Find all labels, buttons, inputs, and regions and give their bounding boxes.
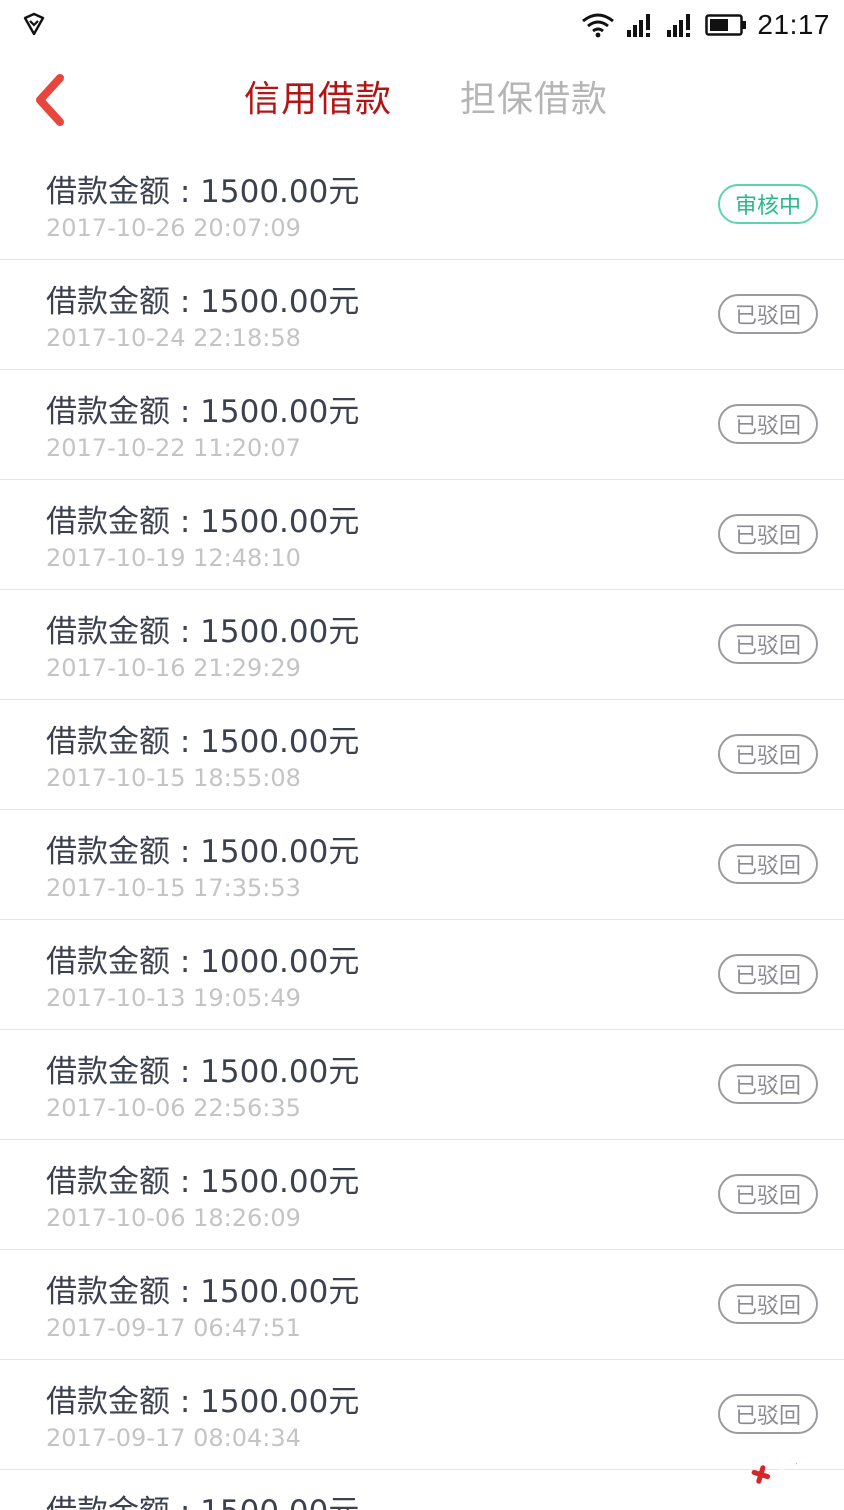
chevron-left-icon[interactable] — [28, 72, 76, 128]
loan-amount: 借款金额 : 1500.00元 — [46, 1164, 360, 1200]
status-badge: 已驳回 — [718, 1174, 818, 1214]
signal-icon — [667, 14, 691, 37]
loan-row[interactable]: 借款金额 : 1000.00元 2017-10-13 19:05:49 已驳回 — [0, 920, 844, 1030]
loan-row[interactable]: 借款金额 : 1500.00元 2017-10-06 18:26:09 已驳回 — [0, 1140, 844, 1250]
wifi-icon — [582, 13, 615, 38]
loan-list: 借款金额 : 1500.00元 2017-10-26 20:07:09 审核中 … — [0, 150, 844, 1510]
status-badge: 已驳回 — [718, 1064, 818, 1104]
status-icons: 21:17 — [581, 8, 830, 42]
loan-amount: 借款金额 : 1500.00元 — [46, 394, 360, 430]
loan-date: 2017-10-19 12:48:10 — [46, 544, 301, 572]
loan-amount: 借款金额 : 1500.00元 — [46, 174, 360, 210]
status-badge: 已驳回 — [718, 954, 818, 994]
status-badge: 已驳回 — [718, 624, 818, 664]
battery-icon — [705, 14, 747, 36]
loan-row[interactable]: 借款金额 : 1500.00元 2017-10-24 22:18:58 已驳回 — [0, 260, 844, 370]
loan-row[interactable]: 借款金额 : 1500.00元 2017-10-06 22:56:35 已驳回 — [0, 1030, 844, 1140]
tab-guarantee-loan[interactable]: 担保借款 — [460, 76, 608, 124]
loan-amount: 借款金额 : 1500.00元 — [46, 504, 360, 540]
loan-amount: 借款金额 : 1000.00元 — [46, 944, 360, 980]
loan-amount: 借款金额 : 1500.00元 — [46, 1274, 360, 1310]
header: 信用借款 担保借款 — [0, 50, 844, 150]
loan-date: 2017-09-17 08:04:34 — [46, 1424, 301, 1452]
loan-date: 2017-10-24 22:18:58 — [46, 324, 301, 352]
loan-amount: 借款金额 : 1500.00元 — [46, 1054, 360, 1090]
loan-date: 2017-10-13 19:05:49 — [46, 984, 301, 1012]
shield-icon — [23, 12, 45, 36]
status-bar: 21:17 — [0, 0, 844, 50]
loan-row[interactable]: 借款金额 : 1500.00元 2017-10-16 21:29:29 已驳回 — [0, 590, 844, 700]
watermark-logo: 卡农社区 — [751, 1421, 842, 1484]
loan-date: 2017-10-15 17:35:53 — [46, 874, 301, 902]
signal-icon — [627, 14, 651, 37]
loan-amount: 借款金额 : 1500.00元 — [46, 614, 360, 650]
loan-amount: 借款金额 : 1500.00元 — [46, 724, 360, 760]
loan-date: 2017-10-15 18:55:08 — [46, 764, 301, 792]
loan-date: 2017-09-17 06:47:51 — [46, 1314, 301, 1342]
status-time: 21:17 — [757, 9, 830, 40]
loan-row[interactable]: 借款金额 : 1500.00元 2017-10-15 17:35:53 已驳回 — [0, 810, 844, 920]
loan-date: 2017-10-06 18:26:09 — [46, 1204, 301, 1232]
loan-row[interactable]: 借款金额 : 1500.00元 2017-10-22 11:20:07 已驳回 — [0, 370, 844, 480]
status-badge: 已驳回 — [718, 514, 818, 554]
loan-amount: 借款金额 : 1500.00元 — [46, 284, 360, 320]
loan-row[interactable]: 借款金额 : 1500.00元 — [0, 1470, 844, 1510]
status-badge: 已驳回 — [718, 404, 818, 444]
loan-row[interactable]: 借款金额 : 1500.00元 2017-09-17 08:04:34 已驳回 — [0, 1360, 844, 1470]
loan-row[interactable]: 借款金额 : 1500.00元 2017-09-17 06:47:51 已驳回 — [0, 1250, 844, 1360]
status-badge: 已驳回 — [718, 1284, 818, 1324]
status-badge: 已驳回 — [718, 844, 818, 884]
loan-amount: 借款金额 : 1500.00元 — [46, 1384, 360, 1420]
tab-credit-loan[interactable]: 信用借款 — [244, 76, 392, 124]
loan-date: 2017-10-22 11:20:07 — [46, 434, 301, 462]
watermark-text: 卡农社区 — [765, 1421, 842, 1480]
loan-date: 2017-10-16 21:29:29 — [46, 654, 301, 682]
loan-row[interactable]: 借款金额 : 1500.00元 2017-10-15 18:55:08 已驳回 — [0, 700, 844, 810]
loan-amount: 借款金额 : 1500.00元 — [46, 1486, 359, 1510]
status-badge: 审核中 — [718, 184, 818, 224]
status-badge: 已驳回 — [718, 294, 818, 334]
loan-amount: 借款金额 : 1500.00元 — [46, 834, 360, 870]
status-badge: 已驳回 — [718, 734, 818, 774]
loan-date: 2017-10-26 20:07:09 — [46, 214, 301, 242]
loan-row[interactable]: 借款金额 : 1500.00元 2017-10-19 12:48:10 已驳回 — [0, 480, 844, 590]
loan-date: 2017-10-06 22:56:35 — [46, 1094, 301, 1122]
loan-row[interactable]: 借款金额 : 1500.00元 2017-10-26 20:07:09 审核中 — [0, 150, 844, 260]
